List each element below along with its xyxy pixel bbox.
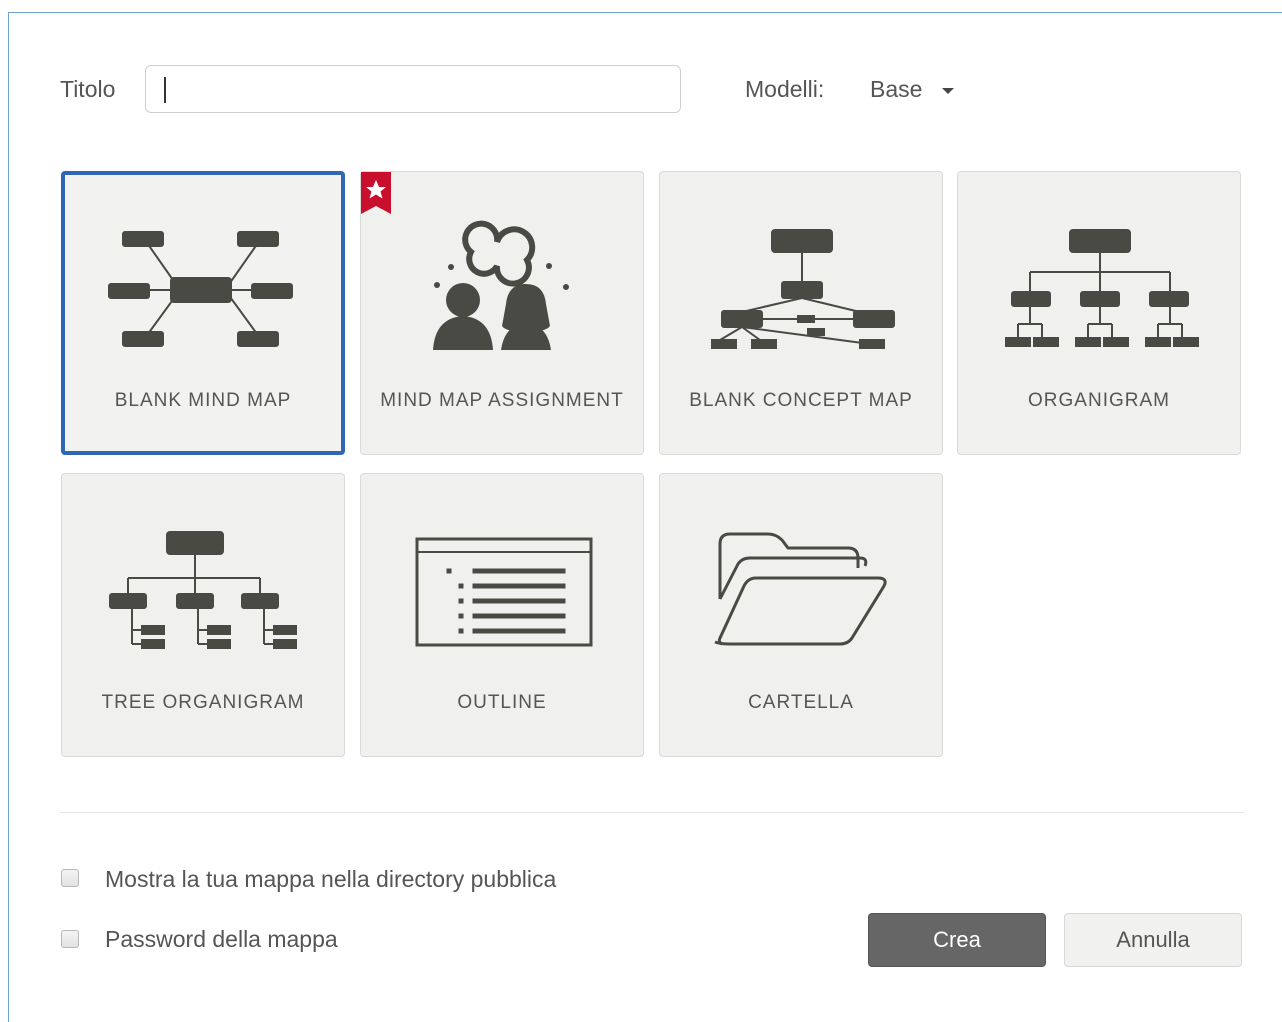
template-mind-map-assignment[interactable]: MIND MAP ASSIGNMENT bbox=[360, 171, 644, 455]
public-directory-label: Mostra la tua mappa nella directory pubb… bbox=[105, 866, 557, 892]
chevron-down-icon bbox=[942, 87, 955, 94]
template-blank-concept-map[interactable]: BLANK CONCEPT MAP bbox=[659, 171, 943, 455]
outline-icon bbox=[415, 537, 593, 647]
template-blank-mind-map[interactable]: BLANK MIND MAP bbox=[61, 171, 345, 455]
template-label: OUTLINE bbox=[457, 692, 547, 713]
template-label: CARTELLA bbox=[748, 692, 854, 713]
models-label: Modelli: bbox=[745, 76, 825, 102]
mind-map-icon bbox=[108, 231, 293, 347]
models-selected-value: Base bbox=[870, 76, 923, 102]
title-label: Titolo bbox=[60, 76, 116, 102]
template-label: MIND MAP ASSIGNMENT bbox=[380, 390, 624, 411]
cancel-button[interactable]: Annulla bbox=[1064, 913, 1242, 967]
organigram-icon bbox=[1005, 229, 1199, 347]
star-ribbon-icon bbox=[361, 172, 391, 214]
models-dropdown[interactable]: Base bbox=[870, 76, 955, 103]
create-button[interactable]: Crea bbox=[868, 913, 1046, 967]
password-label: Password della mappa bbox=[105, 926, 338, 952]
template-label: BLANK MIND MAP bbox=[114, 390, 292, 411]
template-organigram[interactable]: ORGANIGRAM bbox=[957, 171, 1241, 455]
template-outline[interactable]: OUTLINE bbox=[360, 473, 644, 757]
template-tree-organigram[interactable]: TREE ORGANIGRAM bbox=[61, 473, 345, 757]
tree-organigram-icon bbox=[109, 531, 297, 649]
folder-icon bbox=[714, 532, 887, 646]
text-caret bbox=[164, 77, 166, 103]
template-label: TREE ORGANIGRAM bbox=[101, 692, 305, 713]
template-label: BLANK CONCEPT MAP bbox=[689, 390, 913, 411]
title-input[interactable] bbox=[145, 65, 681, 113]
public-directory-checkbox[interactable] bbox=[61, 869, 79, 887]
template-label: ORGANIGRAM bbox=[1028, 390, 1170, 411]
template-cartella[interactable]: CARTELLA bbox=[659, 473, 943, 757]
divider bbox=[60, 812, 1244, 813]
assignment-people-icon bbox=[433, 220, 569, 350]
password-checkbox[interactable] bbox=[61, 930, 79, 948]
concept-map-icon bbox=[711, 229, 895, 349]
